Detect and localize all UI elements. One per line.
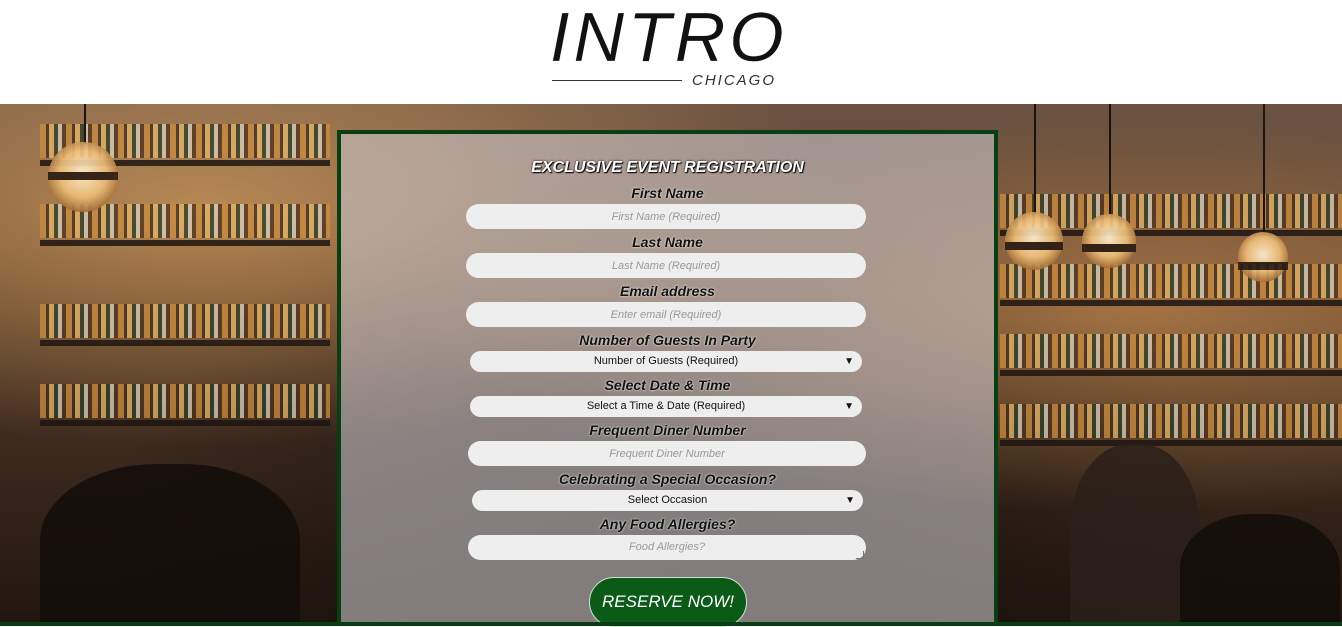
- first-name-label: First Name: [631, 185, 704, 201]
- lamp-cord: [1263, 104, 1265, 234]
- allergies-placeholder: Food Allergies?: [628, 541, 706, 553]
- footer-border: [0, 622, 1342, 626]
- allergies-textarea[interactable]: Food Allergies?: [468, 535, 866, 560]
- dropdown-arrow-icon: ▼: [844, 356, 854, 367]
- first-name-input[interactable]: [466, 204, 866, 229]
- bottle-row: [1000, 334, 1342, 368]
- bottle-row: [40, 384, 330, 418]
- last-name-label: Last Name: [632, 234, 703, 250]
- lamp-cord: [84, 104, 86, 144]
- bottle-row: [40, 304, 330, 338]
- diner-number-input[interactable]: [468, 441, 866, 466]
- datetime-label: Select Date & Time: [604, 377, 731, 393]
- dropdown-arrow-icon: ▼: [844, 401, 854, 412]
- datetime-selected-value: Select a Time & Date (Required): [586, 400, 746, 412]
- bottle-row: [1000, 264, 1342, 298]
- shelf: [1000, 440, 1342, 446]
- occasion-selected-value: Select Occasion: [627, 494, 708, 506]
- diner-number-label: Frequent Diner Number: [589, 422, 746, 438]
- occasion-select[interactable]: Select Occasion ▼: [472, 490, 863, 511]
- shelf: [1000, 370, 1342, 376]
- intro-chicago-logo[interactable]: INTRO CHICAGO: [550, 2, 790, 98]
- shelf: [40, 240, 330, 246]
- bottle-row: [1000, 404, 1342, 438]
- last-name-input[interactable]: [466, 253, 866, 278]
- logo-city: CHICAGO: [692, 72, 777, 89]
- pendant-lamp: [1082, 214, 1136, 268]
- form-title: EXCLUSIVE EVENT REGISTRATION: [531, 159, 804, 176]
- logo-rule: [552, 80, 682, 81]
- shelf: [40, 340, 330, 346]
- datetime-select[interactable]: Select a Time & Date (Required) ▼: [470, 396, 862, 417]
- shelf: [1000, 300, 1342, 306]
- logo-wordmark: INTRO: [550, 0, 788, 76]
- guests-label: Number of Guests In Party: [579, 332, 756, 348]
- occasion-label: Celebrating a Special Occasion?: [558, 471, 777, 487]
- pendant-lamp: [48, 142, 118, 212]
- patron-silhouette: [40, 464, 300, 626]
- site-header: INTRO CHICAGO: [0, 0, 1342, 104]
- email-input[interactable]: [466, 302, 866, 327]
- lamp-cord: [1034, 104, 1036, 214]
- email-label: Email address: [620, 283, 715, 299]
- reserve-now-button[interactable]: RESERVE NOW!: [589, 577, 747, 627]
- shelf: [40, 420, 330, 426]
- registration-form: EXCLUSIVE EVENT REGISTRATION First Name …: [337, 130, 998, 627]
- allergies-label: Any Food Allergies?: [599, 516, 736, 532]
- pendant-lamp: [1238, 232, 1288, 282]
- resize-grip-icon[interactable]: [856, 551, 864, 559]
- lamp-cord: [1109, 104, 1111, 214]
- guests-selected-value: Number of Guests (Required): [593, 355, 739, 367]
- patron-silhouette: [1180, 514, 1340, 626]
- guests-select[interactable]: Number of Guests (Required) ▼: [470, 351, 862, 372]
- dropdown-arrow-icon: ▼: [845, 495, 855, 506]
- pendant-lamp: [1005, 212, 1063, 270]
